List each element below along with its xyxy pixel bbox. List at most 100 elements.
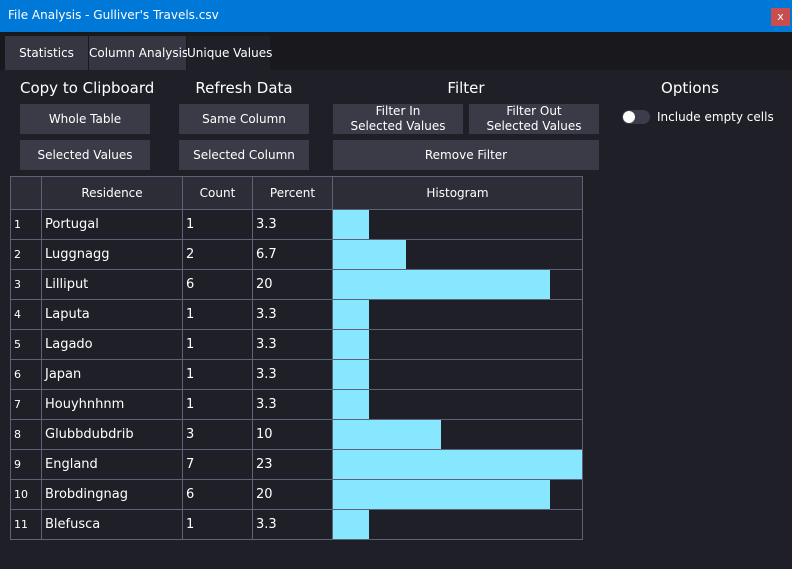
same-column-button[interactable]: Same Column [179,104,309,134]
percent-cell[interactable]: 3.3 [253,390,333,420]
table-row[interactable]: 5 Lagado 1 3.3 [11,330,582,360]
percent-cell[interactable]: 20 [253,480,333,510]
row-index-cell[interactable]: 9 [11,450,42,480]
row-index-cell[interactable]: 5 [11,330,42,360]
percent-cell[interactable]: 6.7 [253,240,333,270]
filter-in-label-line1: Filter In [375,104,421,118]
residence-cell[interactable]: Glubbdubdrib [42,420,183,450]
histogram-bar [333,360,369,389]
histogram-bar [333,330,369,359]
percent-cell[interactable]: 3.3 [253,330,333,360]
tab-statistics[interactable]: Statistics [5,36,88,70]
row-index-cell[interactable]: 3 [11,270,42,300]
histogram-bar [333,390,369,419]
residence-cell[interactable]: Japan [42,360,183,390]
count-cell[interactable]: 7 [183,450,253,480]
table-row[interactable]: 4 Laputa 1 3.3 [11,300,582,330]
histogram-cell [333,510,582,540]
count-cell[interactable]: 2 [183,240,253,270]
table-row[interactable]: 7 Houyhnhnm 1 3.3 [11,390,582,420]
tab-bar: Statistics Column Analysis Unique Values [0,32,792,70]
histogram-cell [333,450,582,480]
residence-cell[interactable]: Blefusca [42,510,183,540]
header-histogram[interactable]: Histogram [333,177,582,210]
histogram-bar [333,480,550,509]
residence-cell[interactable]: Luggnagg [42,240,183,270]
options-group-title: Options [661,79,719,97]
whole-table-button[interactable]: Whole Table [20,104,150,134]
toggle-knob [623,111,635,123]
include-empty-cells-toggle[interactable] [622,110,650,124]
row-index-cell[interactable]: 4 [11,300,42,330]
percent-cell[interactable]: 23 [253,450,333,480]
table-row[interactable]: 10 Brobdingnag 6 20 [11,480,582,510]
selected-column-button[interactable]: Selected Column [179,140,309,170]
header-residence[interactable]: Residence [42,177,183,210]
histogram-bar [333,450,582,479]
count-cell[interactable]: 1 [183,510,253,540]
residence-cell[interactable]: Lilliput [42,270,183,300]
selected-values-button[interactable]: Selected Values [20,140,150,170]
remove-filter-button[interactable]: Remove Filter [333,140,599,170]
row-index-cell[interactable]: 6 [11,360,42,390]
header-count[interactable]: Count [183,177,253,210]
histogram-bar [333,420,441,449]
include-empty-cells-label: Include empty cells [657,110,774,124]
row-index-cell[interactable]: 10 [11,480,42,510]
table-row[interactable]: 1 Portugal 1 3.3 [11,210,582,240]
count-cell[interactable]: 3 [183,420,253,450]
tab-column-analysis[interactable]: Column Analysis [89,36,188,70]
histogram-cell [333,420,582,450]
row-index-cell[interactable]: 11 [11,510,42,540]
table-row[interactable]: 8 Glubbdubdrib 3 10 [11,420,582,450]
row-index-cell[interactable]: 7 [11,390,42,420]
residence-cell[interactable]: England [42,450,183,480]
percent-cell[interactable]: 3.3 [253,360,333,390]
histogram-bar [333,270,550,299]
histogram-cell [333,360,582,390]
residence-cell[interactable]: Houyhnhnm [42,390,183,420]
histogram-cell [333,390,582,420]
table-row[interactable]: 2 Luggnagg 2 6.7 [11,240,582,270]
unique-values-table[interactable]: Residence Count Percent Histogram 1 Portu… [10,176,583,540]
histogram-cell [333,210,582,240]
close-button[interactable]: x [771,8,790,26]
count-cell[interactable]: 1 [183,210,253,240]
count-cell[interactable]: 1 [183,390,253,420]
percent-cell[interactable]: 10 [253,420,333,450]
row-index-cell[interactable]: 2 [11,240,42,270]
count-cell[interactable]: 1 [183,360,253,390]
count-cell[interactable]: 6 [183,270,253,300]
percent-cell[interactable]: 3.3 [253,300,333,330]
count-cell[interactable]: 1 [183,330,253,360]
header-index [11,177,42,210]
histogram-cell [333,480,582,510]
histogram-cell [333,300,582,330]
header-percent[interactable]: Percent [253,177,333,210]
table-row[interactable]: 9 England 7 23 [11,450,582,480]
percent-cell[interactable]: 20 [253,270,333,300]
row-index-cell[interactable]: 1 [11,210,42,240]
filter-in-button[interactable]: Filter In Selected Values [333,104,463,134]
residence-cell[interactable]: Portugal [42,210,183,240]
residence-cell[interactable]: Lagado [42,330,183,360]
histogram-cell [333,240,582,270]
table-row[interactable]: 11 Blefusca 1 3.3 [11,510,582,540]
count-cell[interactable]: 6 [183,480,253,510]
histogram-cell [333,330,582,360]
table-row[interactable]: 6 Japan 1 3.3 [11,360,582,390]
histogram-bar [333,210,369,239]
filter-out-label-line2: Selected Values [486,119,582,133]
percent-cell[interactable]: 3.3 [253,510,333,540]
filter-in-label-line2: Selected Values [350,119,446,133]
row-index-cell[interactable]: 8 [11,420,42,450]
residence-cell[interactable]: Laputa [42,300,183,330]
filter-out-button[interactable]: Filter Out Selected Values [469,104,599,134]
histogram-bar [333,300,369,329]
residence-cell[interactable]: Brobdingnag [42,480,183,510]
table-row[interactable]: 3 Lilliput 6 20 [11,270,582,300]
tab-unique-values[interactable]: Unique Values [187,36,272,70]
count-cell[interactable]: 1 [183,300,253,330]
window-title: File Analysis - Gulliver's Travels.csv [8,8,219,22]
percent-cell[interactable]: 3.3 [253,210,333,240]
